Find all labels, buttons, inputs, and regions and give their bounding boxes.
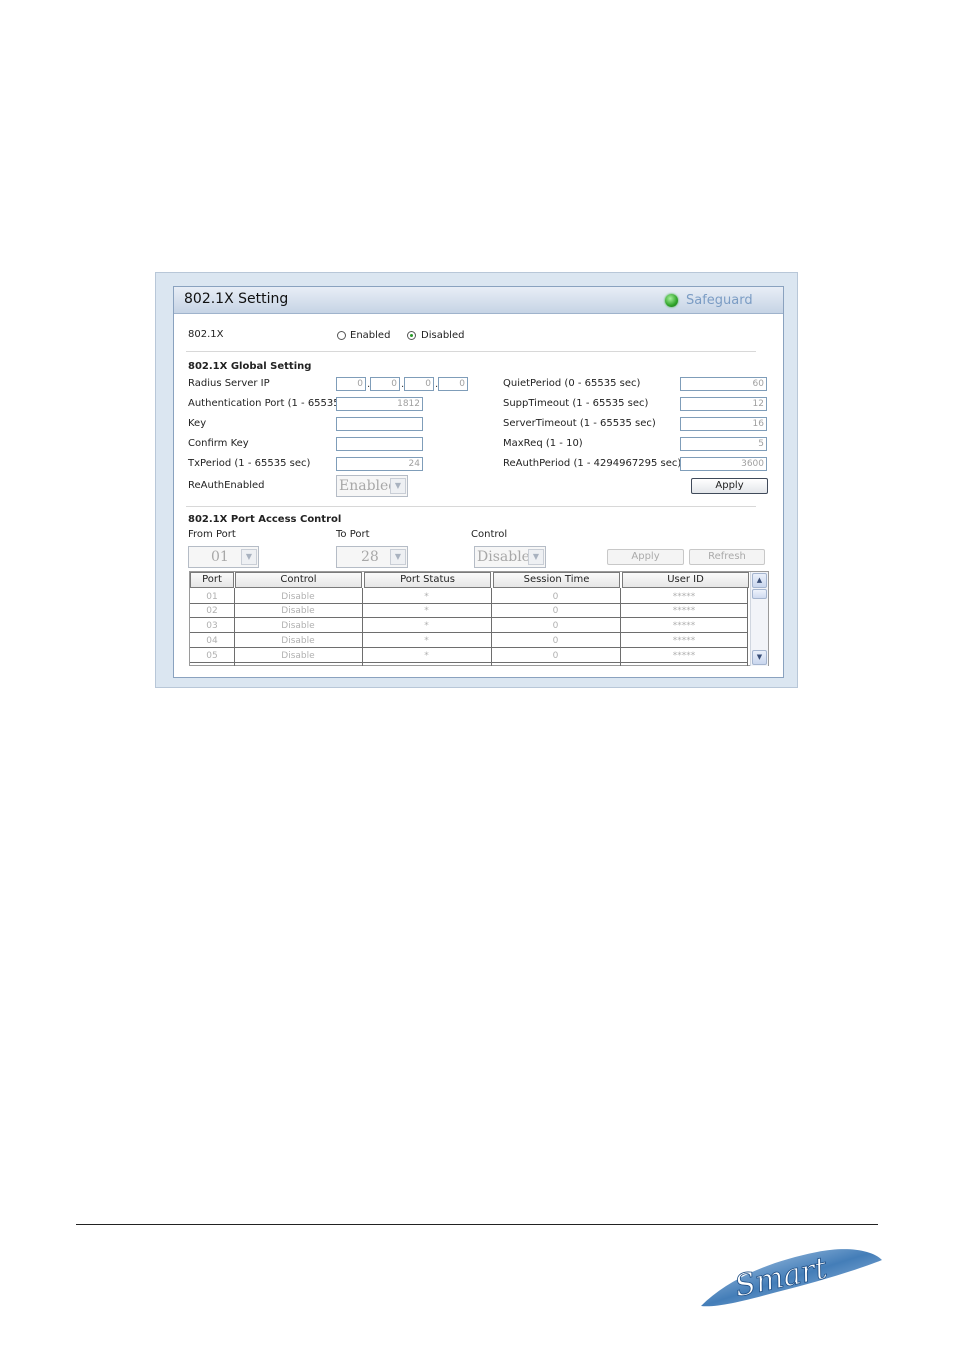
max-req-label: MaxReq (1 - 10) (503, 438, 583, 449)
table-scrollbar[interactable]: ▲ ▼ (750, 572, 768, 666)
reauth-enabled-select[interactable]: Enabled ▼ (336, 475, 408, 497)
max-req-input[interactable]: 5 (680, 437, 767, 451)
cell-port: 04 (190, 634, 234, 648)
reauth-period-label: ReAuthPeriod (1 - 4294967295 sec) (503, 458, 682, 469)
page-title: 802.1X Setting (184, 291, 289, 307)
radius-ip-octet-4[interactable]: 0 (438, 377, 468, 391)
cell-port: 05 (190, 649, 234, 663)
auth-port-label: Authentication Port (1 - 65535) (188, 398, 344, 409)
cell-control: Disable (234, 590, 362, 604)
auth-port-input[interactable]: 1812 (336, 397, 423, 411)
cell-port: 01 (190, 590, 234, 604)
from-port-select[interactable]: 01 ▼ (188, 546, 259, 568)
footer-rule (76, 1224, 878, 1225)
dot1x-enabled-label: Enabled (350, 330, 391, 341)
cell-control: Disable (234, 649, 362, 663)
cell-port-status: * (362, 604, 491, 618)
dot1x-disabled-label: Disabled (421, 330, 465, 341)
server-timeout-label: ServerTimeout (1 - 65535 sec) (503, 418, 656, 429)
scroll-down-icon[interactable]: ▼ (752, 650, 767, 665)
dot1x-disabled-radio[interactable] (407, 331, 416, 340)
scroll-up-icon[interactable]: ▲ (752, 573, 767, 588)
scrollbar-thumb[interactable] (752, 589, 767, 599)
chevron-down-icon: ▼ (241, 549, 257, 565)
table-row: 02 Disable * 0 ***** (190, 604, 748, 618)
column-header-user-id: User ID (622, 572, 749, 588)
dot1x-label: 802.1X (188, 329, 224, 340)
cell-port-status: * (362, 649, 491, 663)
cell-user-id: ***** (620, 634, 748, 648)
reauth-enabled-value: Enabled (339, 478, 398, 494)
supp-timeout-input[interactable]: 12 (680, 397, 767, 411)
cell-session-time: 0 (491, 649, 620, 663)
chevron-down-icon: ▼ (390, 478, 406, 494)
column-header-port: Port (190, 572, 234, 588)
from-port-label: From Port (188, 529, 236, 540)
cell-session-time: 0 (491, 634, 620, 648)
column-header-session-time: Session Time (493, 572, 620, 588)
cell-user-id: ***** (620, 619, 748, 633)
divider (186, 506, 756, 507)
cell-user-id: ***** (620, 649, 748, 663)
table-row: 05 Disable * 0 ***** (190, 649, 748, 663)
logo-text: Smart (732, 1251, 831, 1305)
to-port-value: 28 (361, 549, 379, 565)
port-apply-button[interactable]: Apply (607, 549, 684, 565)
smart-logo: Smart (701, 1249, 882, 1307)
safeguard-status-icon (665, 294, 678, 307)
global-apply-button[interactable]: Apply (691, 478, 768, 494)
cell-control: Disable (234, 604, 362, 618)
from-port-value: 01 (211, 549, 229, 565)
quiet-period-label: QuietPeriod (0 - 65535 sec) (503, 378, 641, 389)
cell-session-time: 0 (491, 590, 620, 604)
confirm-key-label: Confirm Key (188, 438, 249, 449)
tx-period-label: TxPeriod (1 - 65535 sec) (188, 458, 311, 469)
cell-session-time: 0 (491, 619, 620, 633)
radius-ip-octet-3[interactable]: 0 (404, 377, 434, 391)
cell-port: 03 (190, 619, 234, 633)
safeguard-label: Safeguard (686, 293, 753, 308)
control-label: Control (471, 529, 508, 540)
cell-port-status: * (362, 619, 491, 633)
cell-port-status: * (362, 634, 491, 648)
cell-port-status: * (362, 590, 491, 604)
radius-ip-label: Radius Server IP (188, 378, 270, 389)
reauth-period-input[interactable]: 3600 (680, 457, 767, 471)
cell-session-time: 0 (491, 604, 620, 618)
cell-port: 02 (190, 604, 234, 618)
reauth-enabled-label: ReAuthEnabled (188, 480, 265, 491)
table-row: 03 Disable * 0 ***** (190, 619, 748, 633)
table-row: 01 Disable * 0 ***** (190, 590, 748, 604)
column-header-control: Control (235, 572, 362, 588)
to-port-label: To Port (336, 529, 370, 540)
control-select[interactable]: Disabled ▼ (474, 546, 546, 568)
divider (186, 351, 756, 352)
port-access-heading: 802.1X Port Access Control (188, 514, 342, 525)
server-timeout-input[interactable]: 16 (680, 417, 767, 431)
key-input[interactable] (336, 417, 423, 431)
column-header-port-status: Port Status (364, 572, 491, 588)
chevron-down-icon: ▼ (528, 549, 544, 565)
global-setting-heading: 802.1X Global Setting (188, 361, 312, 372)
radius-ip-octet-2[interactable]: 0 (370, 377, 400, 391)
key-label: Key (188, 418, 207, 429)
dot1x-enabled-radio[interactable] (337, 331, 346, 340)
chevron-down-icon: ▼ (390, 549, 406, 565)
table-row: 04 Disable * 0 ***** (190, 634, 748, 648)
cell-control: Disable (234, 634, 362, 648)
cell-control: Disable (234, 619, 362, 633)
cell-user-id: ***** (620, 590, 748, 604)
cell-user-id: ***** (620, 604, 748, 618)
radius-ip-octet-1[interactable]: 0 (336, 377, 366, 391)
to-port-select[interactable]: 28 ▼ (336, 546, 408, 568)
tx-period-input[interactable]: 24 (336, 457, 423, 471)
refresh-button[interactable]: Refresh (689, 549, 765, 565)
supp-timeout-label: SuppTimeout (1 - 65535 sec) (503, 398, 649, 409)
confirm-key-input[interactable] (336, 437, 423, 451)
quiet-period-input[interactable]: 60 (680, 377, 767, 391)
